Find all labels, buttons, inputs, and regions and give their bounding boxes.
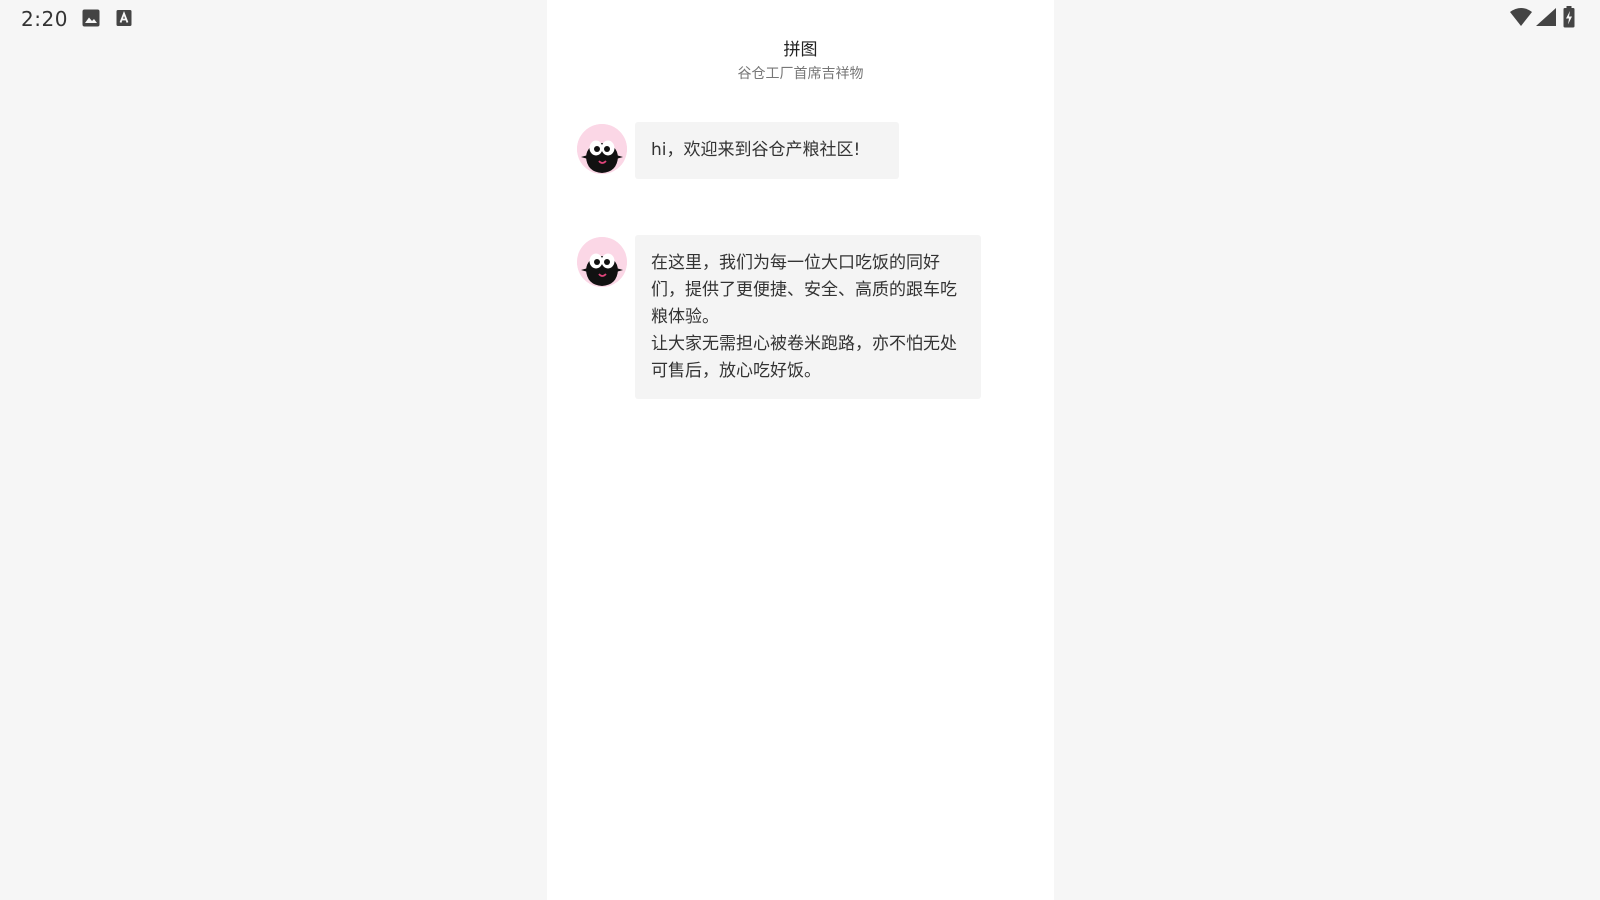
chat-message: 在这里，我们为每一位大口吃饭的同好们，提供了更便捷、安全、高质的跟车吃粮体验。 …	[577, 235, 981, 399]
chat-panel: 拼图 谷仓工厂首席吉祥物 hi，欢迎来到谷仓产粮社区! 在这里，我们为每一位大口…	[547, 0, 1054, 900]
chat-header: 拼图 谷仓工厂首席吉祥物	[547, 38, 1054, 84]
chat-message: hi，欢迎来到谷仓产粮社区!	[577, 122, 899, 179]
status-time: 2:20	[21, 7, 68, 31]
battery-charging-icon	[1563, 6, 1575, 32]
wifi-icon	[1510, 8, 1532, 30]
message-bubble: hi，欢迎来到谷仓产粮社区!	[635, 122, 899, 179]
page-title: 拼图	[783, 40, 818, 60]
message-bubble: 在这里，我们为每一位大口吃饭的同好们，提供了更便捷、安全、高质的跟车吃粮体验。 …	[635, 235, 981, 399]
page-subtitle: 谷仓工厂首席吉祥物	[737, 66, 864, 82]
cell-signal-icon	[1536, 8, 1556, 30]
mascot-avatar[interactable]	[577, 237, 627, 287]
a-box-icon	[116, 9, 132, 31]
mascot-avatar[interactable]	[577, 124, 627, 174]
image-icon	[82, 9, 100, 31]
